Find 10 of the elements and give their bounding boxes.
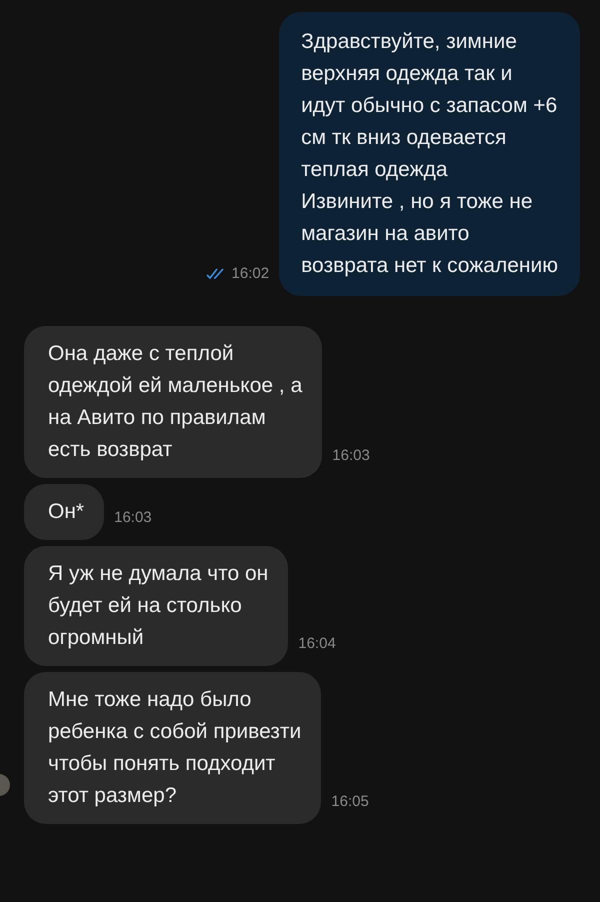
message-bubble: Он* xyxy=(24,484,104,540)
message-bubble: Здравствуйте, зимние верхняя одежда так и идут обычно с запасом +6 см тк вниз одевается теплая одежда Извините , но я тоже не магазин на авито возврата нет к сожалению xyxy=(279,12,580,296)
message-bubble: Мне тоже надо было ребенка с собой привезти чтобы понять подходит этот размер? xyxy=(24,672,322,824)
message-bubble: Она даже с теплой одеждой ей маленькое , а на Авито по правилам есть возврат xyxy=(24,326,322,478)
message-time: 16:03 xyxy=(332,447,370,464)
message-time: 16:04 xyxy=(298,635,336,652)
message-time: 16:03 xyxy=(114,509,152,526)
message-time: 16:05 xyxy=(331,793,369,810)
message-bubble: Я уж не думала что он будет ей на столько огромный xyxy=(24,546,288,666)
message-time: 16:02 xyxy=(206,265,270,282)
